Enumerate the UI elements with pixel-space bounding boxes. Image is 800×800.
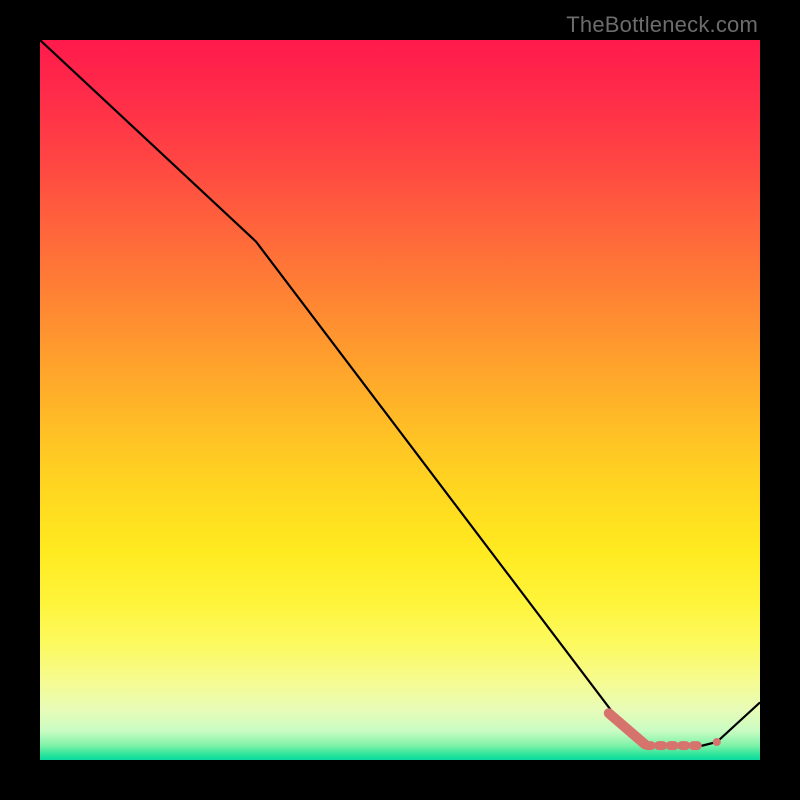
annotation-dot <box>713 738 721 746</box>
thick-segment <box>609 713 645 744</box>
chart-frame: TheBottleneck.com <box>0 0 800 800</box>
plot-area <box>40 40 760 760</box>
watermark-text: TheBottleneck.com <box>566 12 758 38</box>
curve-line <box>40 40 760 746</box>
chart-overlay <box>40 40 760 760</box>
